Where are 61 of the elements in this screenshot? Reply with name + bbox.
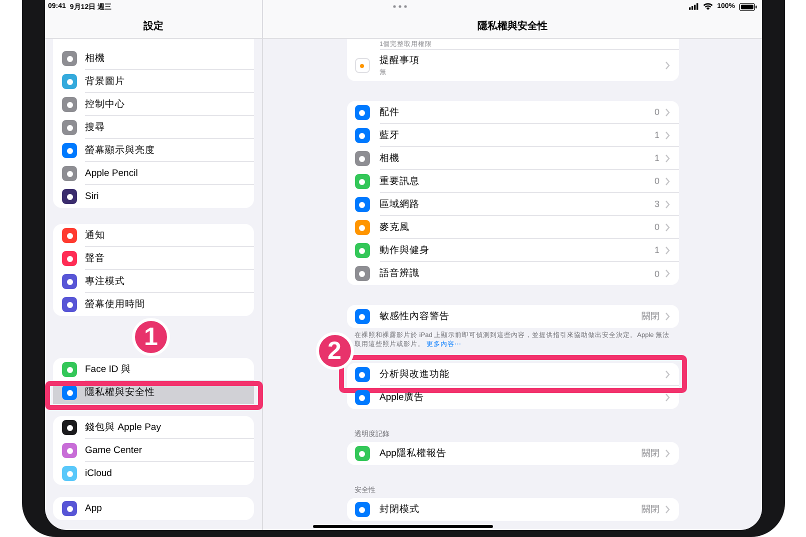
settings-row[interactable]: 麥克風 0 [346,216,678,239]
chevron-icon [664,370,670,378]
settings-row[interactable]: 封閉模式 關閉 [346,498,678,521]
step-badge: 2 [316,332,354,370]
row-value: 關閉 [642,447,660,460]
settings-row[interactable]: Apple廣告 [346,386,678,409]
sidebar-item[interactable]: 專注模式 [53,270,254,293]
sidebar-item[interactable]: Face ID 與 [53,358,254,381]
sidebar-item[interactable]: 螢幕顯示與亮度 [53,139,254,162]
signal-icon [689,3,700,10]
settings-row[interactable]: 動作與健身 1 [346,239,678,262]
chevron-icon [664,176,670,186]
sidebar-item[interactable]: 螢幕使用時間 [53,293,254,316]
row-value: 關閉 [642,503,660,516]
sidebar-item[interactable]: 背景圖片 [53,70,254,93]
chevron-icon [664,505,670,514]
chevron-icon [664,246,670,254]
row-value: 1 [654,245,660,255]
row-value: 1 [654,130,660,140]
sidebar-item[interactable]: Siri [53,185,254,208]
row-value: 1 [654,153,660,163]
wifi-icon [703,3,714,10]
settings-row[interactable]: 語音辨識 0 [346,262,678,285]
nav-title: 隱私權與安全性 [478,19,548,33]
sidebar-item[interactable]: App [53,497,254,520]
settings-row[interactable]: 藍牙 1 [346,124,678,147]
settings-row[interactable]: 配件 0 [346,101,678,124]
row-value: 0 [654,268,660,278]
row-value: 0 [654,176,660,186]
settings-row[interactable]: 區域網路 3 [346,193,678,216]
multitasking-dots-icon[interactable] [393,5,407,8]
sidebar-item[interactable]: Game Center [53,439,254,462]
chevron-icon [664,108,670,116]
row-value: 關閉 [642,310,660,323]
chevron-icon [664,222,670,232]
step-badge: 1 [132,318,170,356]
sidebar-item[interactable]: Apple Pencil [53,162,254,185]
chevron-icon [664,61,670,70]
row-value: 3 [654,199,660,209]
chevron-icon [664,200,670,208]
row-value: 0 [654,107,660,117]
settings-row[interactable]: App隱私權報告 關閉 [346,442,678,465]
row-value: 0 [654,222,660,232]
chevron-icon [664,312,670,321]
chevron-icon [664,449,670,458]
sidebar-item[interactable]: 搜尋 [53,116,254,139]
chevron-icon [664,269,670,278]
sidebar-item[interactable]: 錢包與 Apple Pay [53,416,254,439]
sidebar-item[interactable]: 聲音 [53,247,254,270]
chevron-icon [664,154,670,162]
chevron-icon [664,130,670,140]
nav-title: 設定 [144,19,164,33]
settings-row[interactable]: 相機 1 [346,147,678,170]
sidebar-item[interactable]: 控制中心 [53,93,254,116]
sidebar-item[interactable]: 相機 [53,47,254,70]
sidebar-item[interactable]: iCloud [53,462,254,485]
battery-icon [739,2,757,10]
sidebar-item[interactable]: 通知 [53,224,254,247]
settings-row[interactable]: 重要訊息 0 [346,170,678,193]
settings-row[interactable]: 敏感性內容警告 關閉 [346,305,678,328]
chevron-icon [664,393,670,402]
